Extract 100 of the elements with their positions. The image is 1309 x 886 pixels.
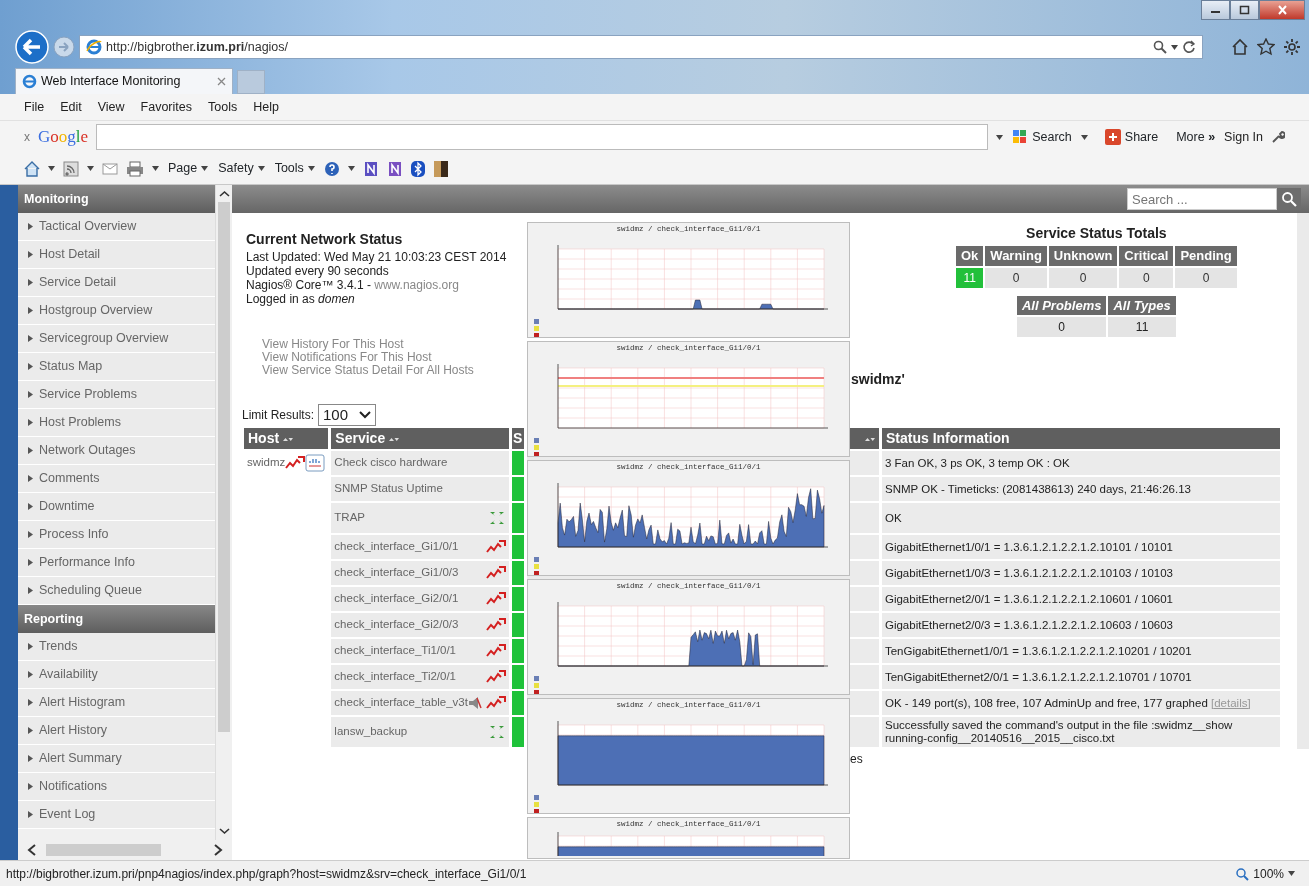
sidebar-item[interactable]: Trends — [18, 633, 215, 661]
sidebar-item[interactable]: Alert History — [18, 717, 215, 745]
menu-item[interactable]: Favorites — [140, 97, 192, 117]
back-icon[interactable] — [15, 30, 49, 64]
more-button[interactable]: More » — [1175, 126, 1217, 148]
close-icon[interactable] — [217, 77, 226, 86]
close-toolbar-button[interactable]: x — [24, 128, 30, 146]
share-button[interactable]: Share — [1103, 126, 1160, 148]
bluetooth-icon[interactable] — [410, 160, 425, 177]
caret-icon — [1171, 44, 1178, 50]
graph-icon[interactable] — [485, 670, 506, 684]
summary-count[interactable]: 0 — [1015, 316, 1108, 338]
sort-icon[interactable] — [389, 435, 400, 444]
zoom-level[interactable]: 100% — [1253, 864, 1284, 883]
sidebar-item[interactable]: Status Map — [18, 353, 215, 381]
sidebar-item[interactable]: Host Detail — [18, 241, 215, 269]
caret-icon — [257, 166, 265, 171]
sidebar-item[interactable]: Availability — [18, 661, 215, 689]
address-field[interactable]: http://bigbrother.izum.pri/nagios/ — [79, 35, 1203, 59]
sort-icon[interactable] — [864, 435, 875, 444]
help-icon[interactable] — [323, 160, 340, 177]
menu-item[interactable]: Edit — [60, 97, 82, 117]
sidebar-item[interactable]: Downtime — [18, 493, 215, 521]
notebook-icon[interactable] — [362, 160, 379, 177]
search-icon[interactable] — [1153, 40, 1167, 54]
service-name[interactable]: TRAP — [334, 509, 365, 527]
sort-icon[interactable] — [283, 435, 293, 444]
menu-item[interactable]: Help — [253, 97, 279, 117]
sidebar-item[interactable]: Comments — [18, 465, 215, 493]
minimize-button[interactable] — [1201, 0, 1230, 20]
sidebar-item[interactable]: Scheduling Queue — [18, 577, 215, 605]
sidebar-item[interactable]: Service Detail — [18, 269, 215, 297]
graph-icon[interactable] — [485, 644, 506, 658]
column-header[interactable]: Host — [244, 428, 329, 449]
home-icon[interactable] — [24, 160, 40, 177]
toolbar-menu-button[interactable]: Tools — [273, 158, 316, 179]
scrollbar[interactable] — [1297, 213, 1309, 749]
scrollbar-thumb[interactable] — [46, 844, 161, 856]
caret-icon — [152, 166, 159, 171]
status-header: Unknown — [1047, 245, 1119, 267]
graph-icon[interactable] — [485, 696, 506, 710]
sidebar-item[interactable]: Servicegroup Overview — [18, 325, 215, 353]
sign-in-link[interactable]: Sign In — [1224, 127, 1263, 147]
scrollbar-thumb[interactable] — [218, 202, 230, 732]
speaker-icon[interactable] — [467, 696, 482, 710]
menu-item[interactable]: View — [97, 97, 125, 117]
sidebar-item[interactable]: Performance Info — [18, 549, 215, 577]
graph-icon[interactable] — [485, 618, 506, 632]
column-header[interactable]: Service — [331, 428, 509, 449]
search-button[interactable] — [1277, 188, 1301, 210]
graph-icon[interactable] — [485, 566, 506, 580]
home-icon[interactable] — [1231, 38, 1249, 56]
settings-icon[interactable] — [1283, 38, 1301, 56]
feed-icon[interactable] — [63, 160, 79, 177]
graph-icon[interactable] — [285, 456, 306, 470]
toolbar-menu-button[interactable]: Safety — [217, 158, 266, 179]
graph-icon[interactable] — [485, 540, 506, 554]
menu-item[interactable]: File — [24, 97, 45, 117]
scroll-right-icon[interactable] — [212, 843, 224, 857]
limit-select[interactable]: 100 — [318, 404, 377, 426]
printer-icon[interactable] — [126, 160, 144, 177]
sidebar-item[interactable]: Tactical Overview — [18, 213, 215, 241]
limit-label: Limit Results: — [242, 407, 315, 424]
toolbar-menu-button[interactable]: Page — [167, 158, 210, 179]
maximize-button[interactable] — [1230, 0, 1259, 20]
sidebar-item[interactable]: Service Problems — [18, 381, 215, 409]
sidebar-item[interactable]: Event Log — [18, 801, 215, 829]
sidebar-item[interactable]: Network Outages — [18, 437, 215, 465]
caret-icon — [307, 166, 315, 171]
close-button[interactable] — [1259, 0, 1305, 20]
status-info: GigabitEthernet1/0/3 = 1.3.6.1.2.1.2.2.1.2.10103 / 10103 — [881, 561, 1280, 585]
browser-tab[interactable]: Web Interface Monitoring — [15, 68, 233, 94]
search-field[interactable]: Search ... — [1127, 188, 1277, 210]
sidebar-item[interactable]: Host Problems — [18, 409, 215, 437]
status-info: TenGigabitEthernet1/0/1 = 1.3.6.1.2.1.2.2.1.2.10201 / 10201 — [881, 639, 1280, 663]
menu-item[interactable]: Tools — [208, 97, 238, 117]
door-icon[interactable] — [432, 159, 449, 178]
sidebar-item[interactable]: Alert Histogram — [18, 689, 215, 717]
graph-icon[interactable] — [485, 592, 506, 606]
status-info: OK - 149 port(s), 108 free, 107 AdminUp and free, 177 graphed [details] — [881, 691, 1280, 715]
star-icon[interactable] — [1257, 38, 1275, 56]
sidebar-item[interactable]: Alert Summary — [18, 745, 215, 773]
status-info: GigabitEthernet1/0/1 = 1.3.6.1.2.1.2.2.1.2.10101 / 10101 — [881, 535, 1280, 559]
caret-icon — [48, 166, 55, 171]
google-search-field[interactable] — [96, 124, 989, 150]
host-name[interactable]: swidmz — [247, 454, 286, 472]
caret-icon — [996, 134, 1004, 140]
search-button[interactable]: Search — [1011, 126, 1073, 148]
triangle-icon — [28, 755, 33, 762]
wrench-icon[interactable] — [1271, 130, 1285, 144]
sidebar-item[interactable]: Process Info — [18, 521, 215, 549]
sidebar-item[interactable]: Hostgroup Overview — [18, 297, 215, 325]
scroll-left-icon[interactable] — [26, 843, 38, 857]
host-heading: swidmz' — [851, 370, 906, 389]
sidebar-item[interactable]: Notifications — [18, 773, 215, 801]
triangle-icon — [28, 559, 33, 566]
nagios-link[interactable]: www.nagios.org — [374, 278, 459, 292]
refresh-icon[interactable] — [1182, 40, 1196, 54]
notebook-icon[interactable] — [386, 160, 403, 177]
search-icon — [1281, 191, 1297, 207]
